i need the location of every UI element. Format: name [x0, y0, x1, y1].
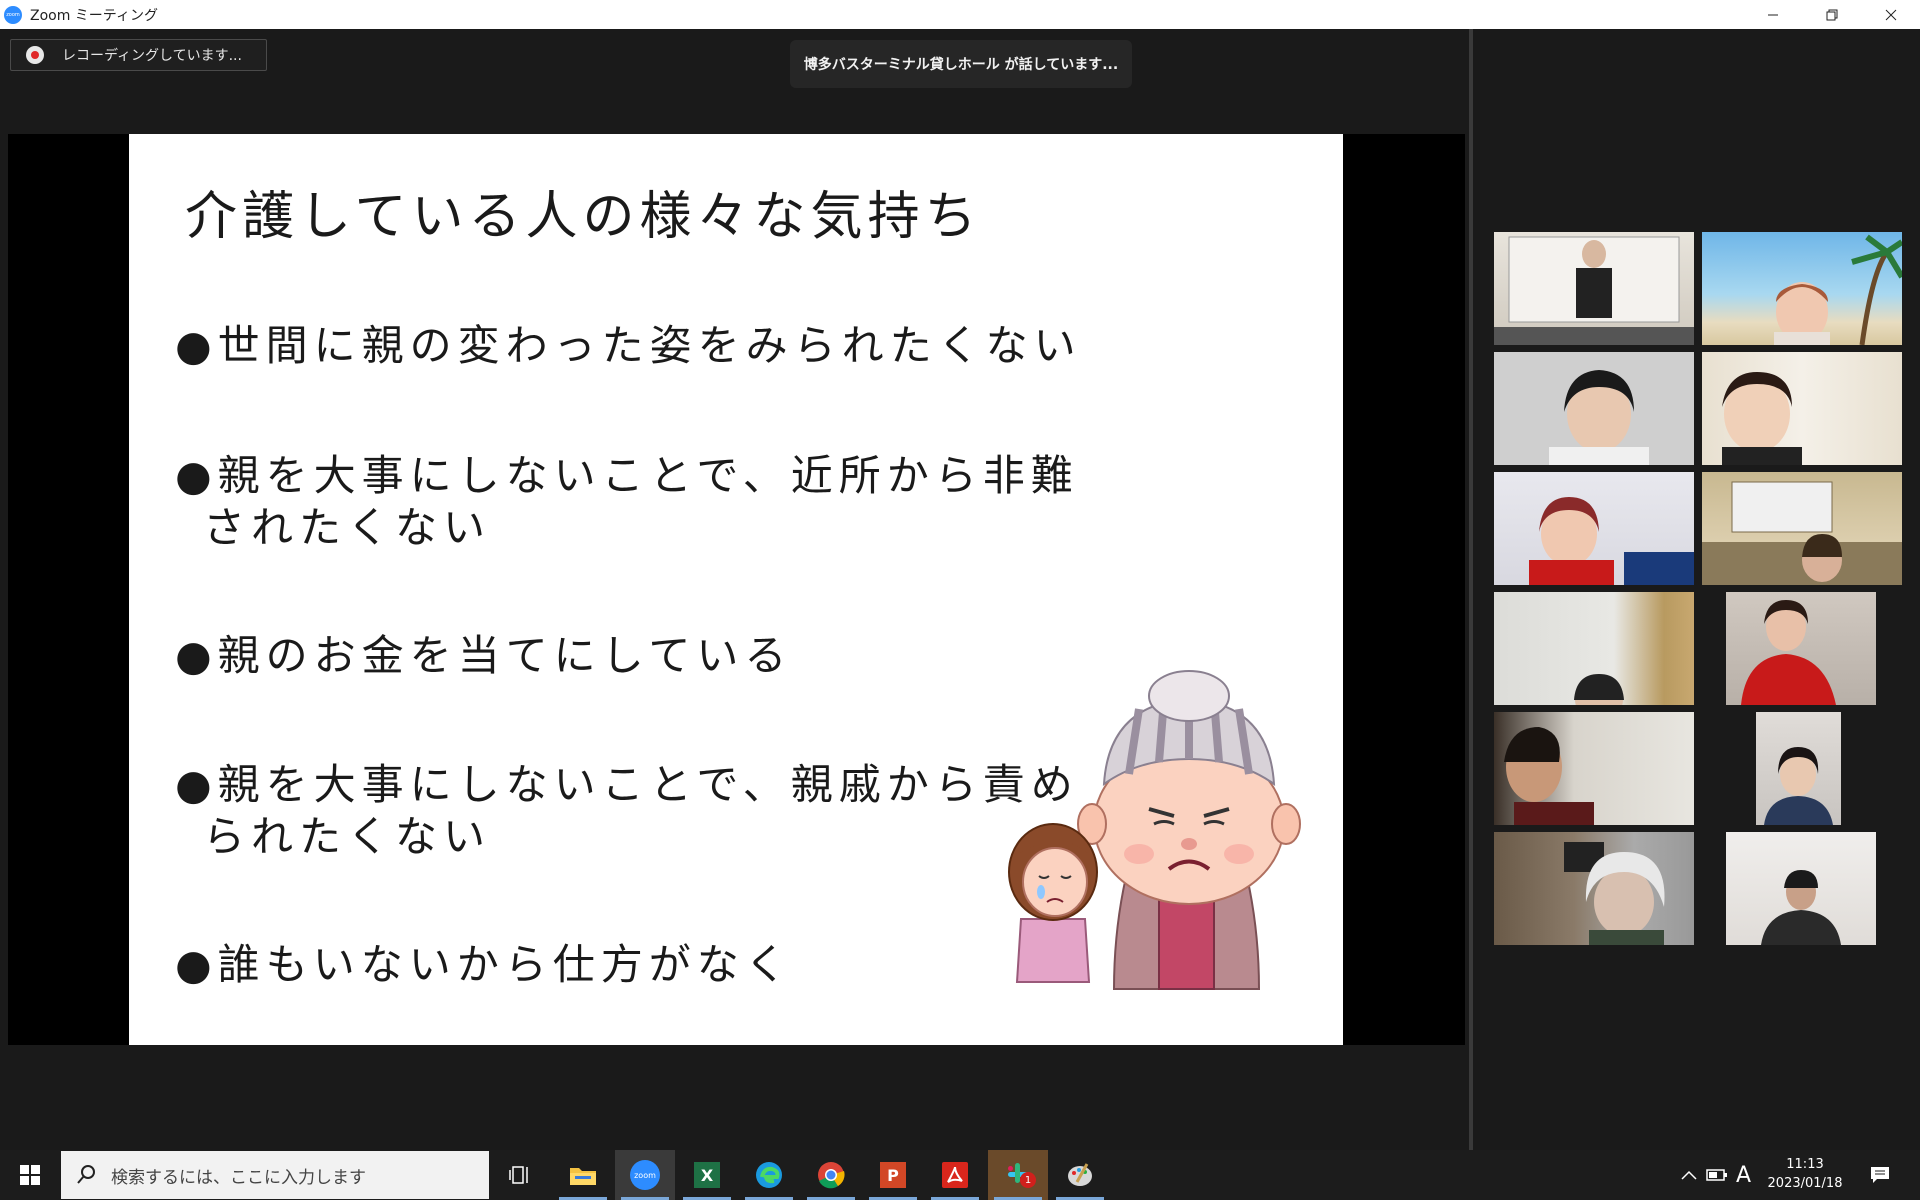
taskbar-chrome[interactable]: [801, 1150, 861, 1200]
taskbar-clock[interactable]: 11:13 2023/01/18: [1760, 1155, 1850, 1193]
bullet-text: ●誰もいないから仕方がなく: [175, 940, 793, 989]
caregiver-illustration: [1008, 670, 1301, 990]
participant-video-tile[interactable]: [1726, 832, 1876, 945]
window-controls: [1743, 0, 1920, 29]
restore-button[interactable]: [1802, 0, 1861, 29]
slide-title: 介護している人の様々な気持ち: [185, 187, 982, 247]
meeting-area: レコーディングしています... 博多バスターミナル貸しホール が話しています..…: [0, 29, 1920, 1150]
title-bar: zoom Zoom ミーティング: [0, 0, 1920, 29]
slide-bullet-2: ●親を大事にしないことで、近所から非難 されたくない: [175, 450, 1079, 554]
taskbar-file-explorer[interactable]: [553, 1150, 613, 1200]
participant-video-tile[interactable]: [1494, 352, 1694, 465]
recording-indicator[interactable]: レコーディングしています...: [10, 39, 267, 71]
close-button[interactable]: [1861, 0, 1920, 29]
zoom-app-label: zoom: [634, 1170, 656, 1180]
edge-browser-icon: [756, 1162, 782, 1188]
battery-icon[interactable]: [1706, 1168, 1728, 1182]
participant-video-tile[interactable]: [1494, 232, 1694, 345]
participant-video-tile[interactable]: [1702, 232, 1902, 345]
shared-screen: 介護している人の様々な気持ち ●世間に親の変わった姿をみられたくない ●親を大事…: [8, 134, 1465, 1045]
taskbar-paint[interactable]: [1050, 1150, 1110, 1200]
recording-cloud-icon: [26, 46, 44, 64]
participant-video-tile[interactable]: [1702, 472, 1902, 585]
bullet-text-continued: されたくない: [203, 503, 492, 552]
slide-bullet-5: ●誰もいないから仕方がなく: [175, 939, 793, 991]
taskbar-edge[interactable]: [739, 1150, 799, 1200]
notification-center-icon: [1871, 1167, 1889, 1183]
presentation-slide: 介護している人の様々な気持ち ●世間に親の変わった姿をみられたくない ●親を大事…: [129, 134, 1343, 1045]
system-tray: A: [1676, 1150, 1756, 1200]
participant-video-tile[interactable]: [1726, 592, 1876, 705]
participant-video-tile[interactable]: [1494, 712, 1694, 825]
search-placeholder: 検索するには、ここに入力します: [111, 1167, 366, 1188]
ime-indicator[interactable]: A: [1736, 1163, 1751, 1188]
active-speaker-banner: 博多バスターミナル貸しホール が話しています...: [790, 40, 1132, 88]
powerpoint-label: P: [887, 1165, 899, 1185]
windows-logo-icon: [20, 1165, 40, 1185]
notification-badge: 1: [1020, 1172, 1036, 1188]
panel-divider[interactable]: [1469, 29, 1473, 1150]
participant-video-tile[interactable]: [1494, 832, 1694, 945]
excel-icon: X: [694, 1162, 720, 1188]
participant-video-tile[interactable]: [1494, 592, 1694, 705]
acrobat-pdf-icon: [942, 1162, 968, 1188]
window-title: Zoom ミーティング: [30, 7, 158, 24]
taskbar-zoom[interactable]: zoom: [615, 1150, 675, 1200]
action-center-button[interactable]: [1862, 1150, 1898, 1200]
chevron-up-icon[interactable]: [1680, 1169, 1698, 1181]
taskbar-search-box[interactable]: 検索するには、ここに入力します: [61, 1151, 489, 1199]
bullet-text: ●世間に親の変わった姿をみられたくない: [175, 321, 1082, 370]
powerpoint-icon: P: [880, 1162, 906, 1188]
zoom-logo-icon: zoom: [4, 5, 22, 24]
chrome-browser-icon: [818, 1162, 845, 1189]
bullet-text: ●親を大事にしないことで、近所から非難: [175, 451, 1079, 500]
clock-date: 2023/01/18: [1767, 1176, 1843, 1191]
task-view-icon: [509, 1166, 528, 1184]
participant-video-tile[interactable]: [1494, 472, 1694, 585]
clock-time: 11:13: [1786, 1157, 1824, 1172]
taskbar-excel[interactable]: X: [677, 1150, 737, 1200]
zoom-app-icon: zoom: [630, 1160, 660, 1190]
excel-label: X: [700, 1165, 714, 1185]
bullet-text-continued: られたくない: [203, 812, 492, 861]
participant-video-tile[interactable]: [1756, 712, 1841, 825]
taskbar-acrobat[interactable]: [925, 1150, 985, 1200]
notification-count: 1: [1024, 1174, 1032, 1186]
bullet-text: ●親を大事にしないことで、親戚から責め: [175, 760, 1079, 809]
task-view-button[interactable]: [490, 1150, 550, 1200]
participant-video-tile[interactable]: [1702, 352, 1902, 465]
start-button[interactable]: [0, 1150, 60, 1200]
search-icon: [77, 1165, 95, 1184]
minimize-button[interactable]: [1743, 0, 1802, 29]
windows-taskbar: 検索するには、ここに入力します zoom X P 1 A 11:13 2023/…: [0, 1150, 1920, 1200]
zoom-logo-text: zoom: [6, 11, 20, 18]
slide-bullet-4: ●親を大事にしないことで、親戚から責め られたくない: [175, 759, 1079, 863]
recording-label: レコーディングしています...: [62, 48, 242, 64]
restore-icon: [1826, 9, 1837, 20]
zoom-window: zoom Zoom ミーティング レコーディングしています... 博多バスターミ…: [0, 0, 1920, 1200]
folder-icon: [570, 1168, 596, 1185]
slide-bullet-3: ●親のお金を当てにしている: [175, 630, 792, 682]
taskbar-powerpoint[interactable]: P: [863, 1150, 923, 1200]
slide-bullet-1: ●世間に親の変わった姿をみられたくない: [175, 320, 1082, 372]
minimize-icon: [1767, 14, 1778, 15]
bullet-text: ●親のお金を当てにしている: [175, 631, 793, 680]
close-icon: [1885, 9, 1896, 20]
taskbar-slack[interactable]: 1: [988, 1150, 1048, 1200]
paint-palette-icon: [1068, 1163, 1092, 1186]
